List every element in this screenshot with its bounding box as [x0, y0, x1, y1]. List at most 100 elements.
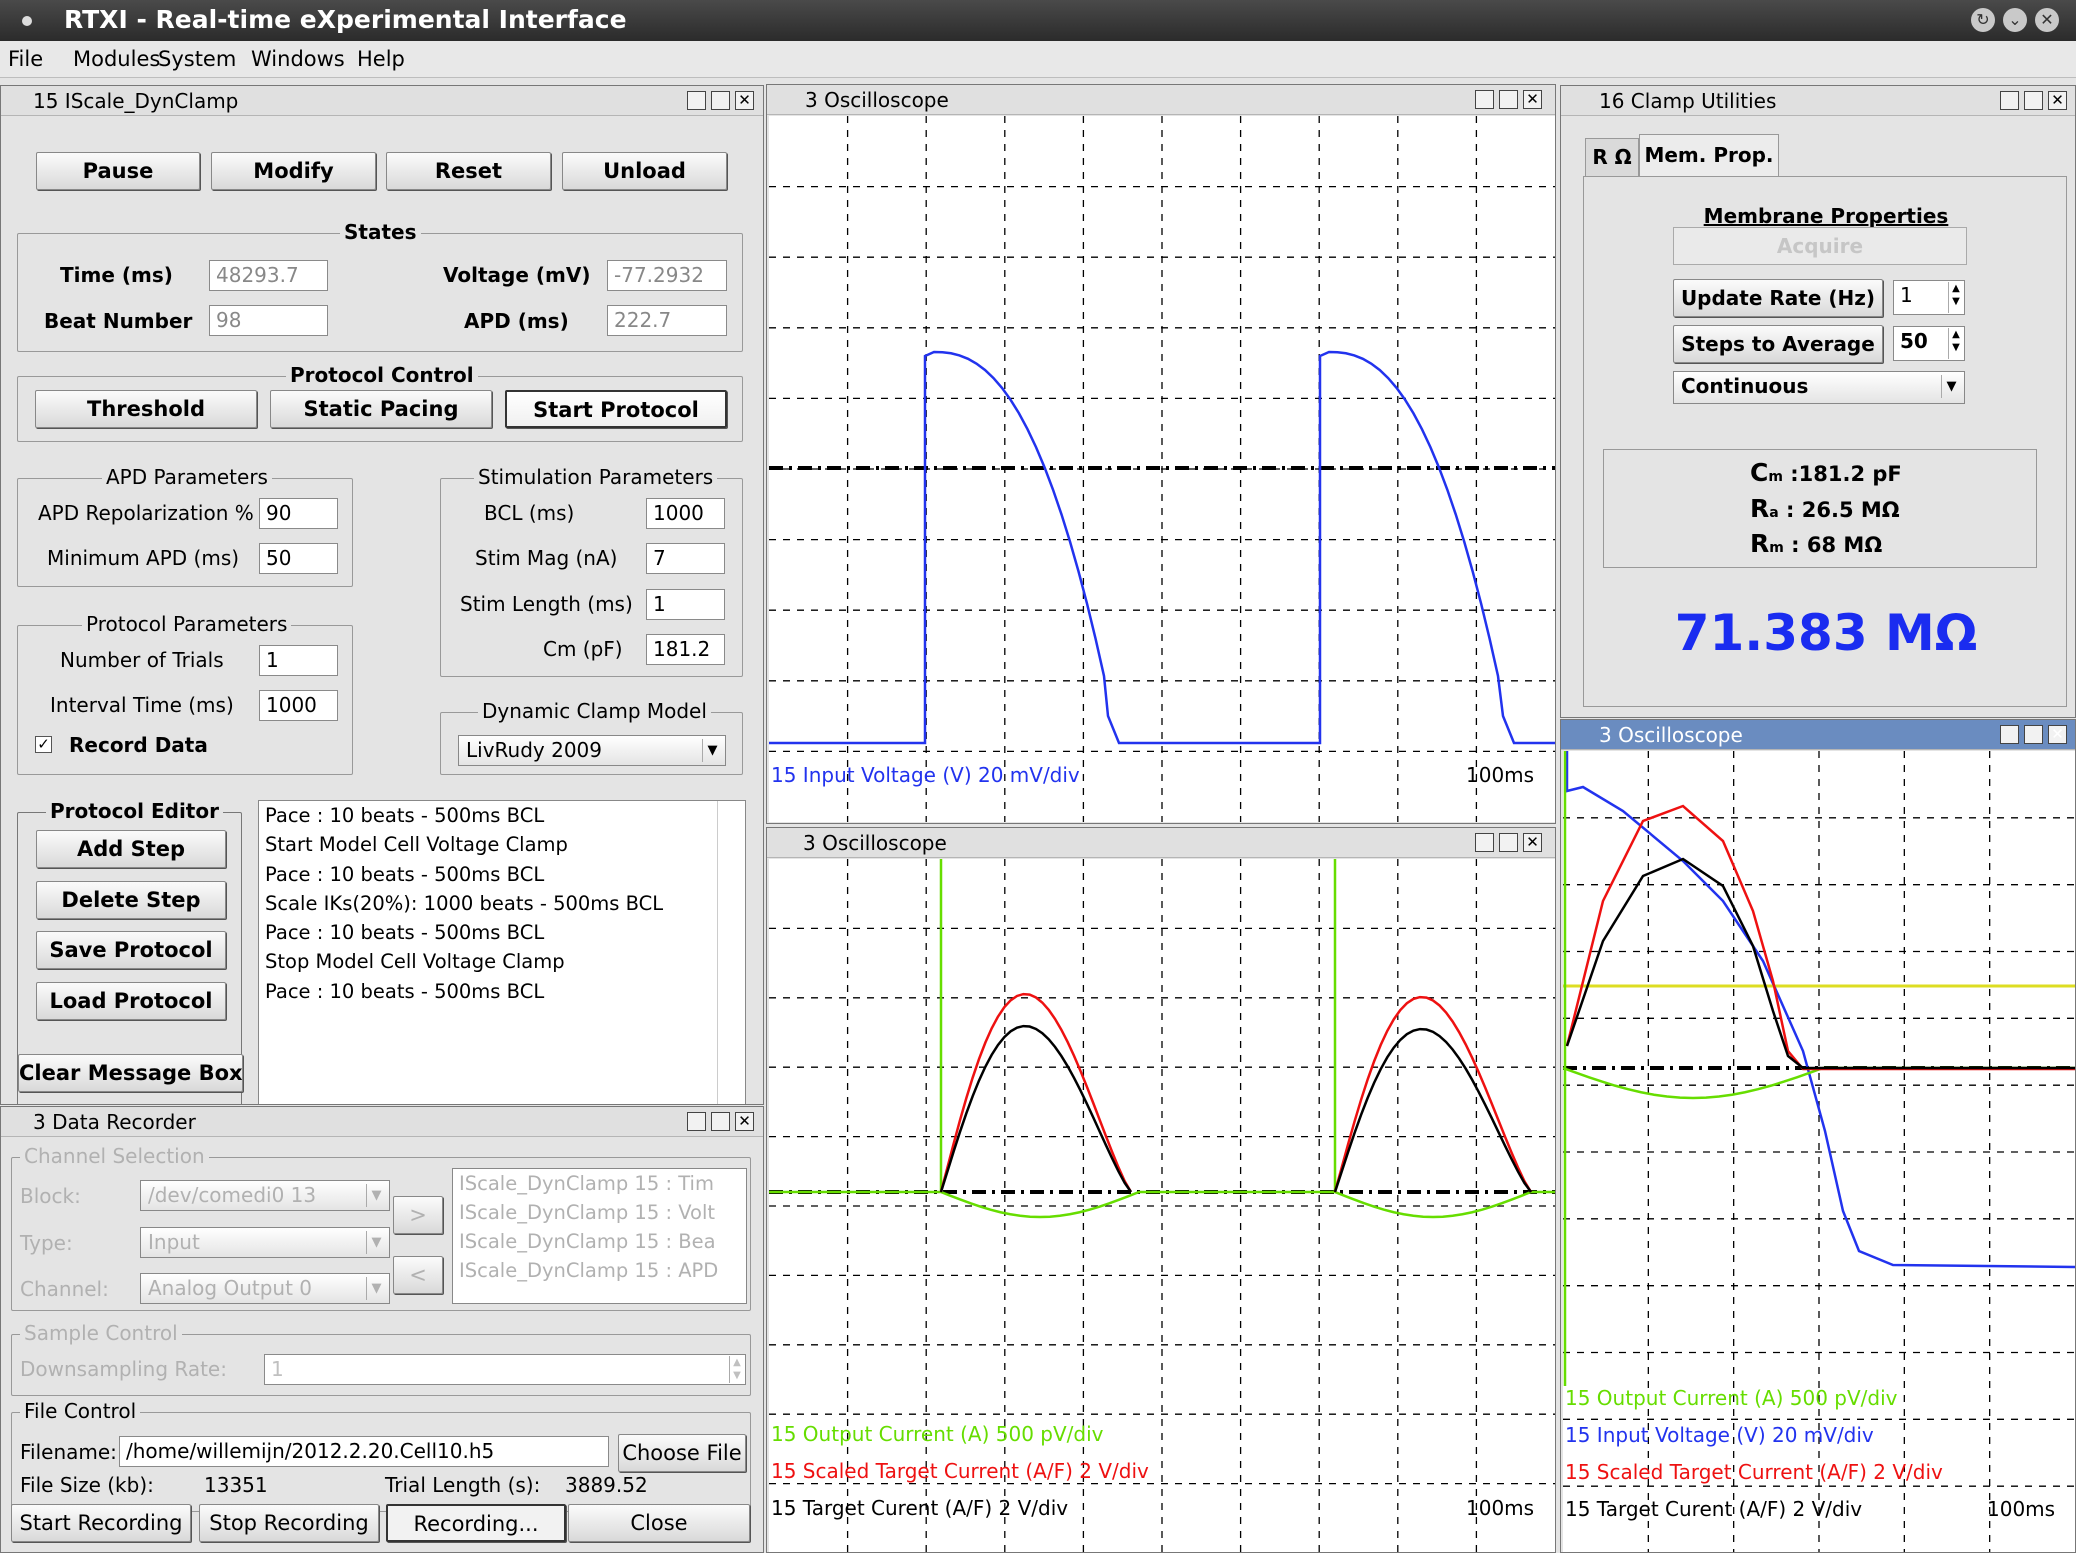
static-pacing-button[interactable]: Static Pacing [270, 390, 492, 428]
maximize-icon[interactable] [1499, 90, 1518, 109]
clear-message-button[interactable]: Clear Message Box [18, 1054, 243, 1092]
trials-input[interactable]: 1 [259, 645, 338, 676]
list-item[interactable]: Stop Model Cell Voltage Clamp [265, 951, 739, 980]
osc3-legend-3: 15 Target Curent (A/F) 2 V/div [1565, 1497, 1863, 1521]
channel-select[interactable]: Analog Output 0 ▼ [140, 1273, 390, 1304]
maximize-icon[interactable] [2024, 91, 2043, 110]
filename-input[interactable]: /home/willemijn/2012.2.20.Cell10.h5 [119, 1436, 609, 1467]
load-protocol-button[interactable]: Load Protocol [36, 982, 226, 1020]
update-rate-input[interactable]: 1 ▲ ▼ [1893, 280, 1965, 315]
maximize-icon[interactable] [2024, 725, 2043, 744]
chevron-down-icon: ▼ [1941, 375, 1961, 398]
menu-windows[interactable]: Windows [251, 47, 345, 71]
interval-input[interactable]: 1000 [259, 690, 338, 721]
start-recording-button[interactable]: Start Recording [11, 1504, 191, 1542]
delete-step-button[interactable]: Delete Step [36, 881, 226, 919]
block-label: Block: [20, 1184, 81, 1208]
osc2-plot[interactable]: 15 Output Current (A) 500 pV/div 15 Scal… [769, 859, 1555, 1552]
minimize-icon[interactable] [1475, 833, 1494, 852]
downsample-input[interactable]: 1 ▲ ▼ [264, 1354, 746, 1385]
close-icon[interactable]: ✕ [2048, 91, 2067, 110]
spinner-icon[interactable]: ▲ ▼ [1948, 328, 1963, 359]
list-item[interactable]: IScale_DynClamp 15 : Volt [459, 1202, 740, 1231]
states-title: States [340, 220, 421, 244]
osc2-legend-0: 15 Output Current (A) 500 pV/div [771, 1422, 1104, 1446]
close-icon[interactable]: ✕ [1523, 90, 1542, 109]
file-size-label: File Size (kb): [20, 1473, 154, 1497]
close-icon[interactable]: ✕ [2035, 8, 2059, 32]
unload-button[interactable]: Unload [562, 152, 727, 190]
osc1-time-label: 100ms [1466, 763, 1535, 787]
close-button[interactable]: Close [568, 1504, 750, 1542]
close-icon[interactable]: ✕ [735, 91, 754, 110]
list-item[interactable]: Pace : 10 beats - 500ms BCL [265, 922, 739, 951]
voltage-label: Voltage (mV) [443, 263, 591, 287]
channel-selection-title: Channel Selection [20, 1144, 209, 1168]
list-item[interactable]: IScale_DynClamp 15 : Bea [459, 1231, 740, 1260]
trials-label: Number of Trials [60, 648, 224, 672]
block-select[interactable]: /dev/comedi0 13 ▼ [140, 1180, 390, 1211]
list-item[interactable]: Scale IKs(20%): 1000 beats - 500ms BCL [265, 892, 739, 922]
min-apd-input[interactable]: 50 [259, 543, 338, 574]
bcl-input[interactable]: 1000 [646, 498, 725, 529]
minimize-icon[interactable] [687, 1112, 706, 1131]
list-item[interactable]: IScale_DynClamp 15 : Tim [459, 1173, 740, 1202]
menu-system[interactable]: System [158, 47, 236, 71]
pause-button[interactable]: Pause [36, 152, 200, 190]
list-item[interactable]: Pace : 10 beats - 500ms BCL [265, 804, 739, 834]
stim-mag-input[interactable]: 7 [646, 543, 725, 574]
choose-file-button[interactable]: Choose File [618, 1434, 746, 1472]
recording-status-button[interactable]: Recording... [386, 1504, 566, 1542]
reset-button[interactable]: Reset [386, 152, 551, 190]
remove-channel-button[interactable]: < [393, 1256, 443, 1294]
threshold-button[interactable]: Threshold [35, 390, 257, 428]
add-channel-button[interactable]: > [393, 1196, 443, 1234]
stop-recording-button[interactable]: Stop Recording [199, 1504, 379, 1542]
close-icon[interactable]: ✕ [2048, 725, 2067, 744]
menu-modules[interactable]: Modules [73, 47, 160, 71]
app-menu-icon[interactable] [22, 16, 32, 26]
scrollbar[interactable] [717, 801, 745, 1104]
maximize-icon[interactable] [711, 1112, 730, 1131]
tab-mem-prop[interactable]: Mem. Prop. [1639, 134, 1779, 177]
steps-average-button[interactable]: Steps to Average [1673, 325, 1883, 363]
spinner-icon[interactable]: ▲ ▼ [729, 1356, 744, 1383]
protocol-steps-list[interactable]: Pace : 10 beats - 500ms BCL Start Model … [258, 800, 746, 1104]
minimize-icon[interactable] [2000, 725, 2019, 744]
osc3-plot[interactable]: 15 Output Current (A) 500 pV/div 15 Inpu… [1563, 751, 2075, 1552]
interval-label: Interval Time (ms) [50, 693, 234, 717]
list-item[interactable]: Pace : 10 beats - 500ms BCL [265, 863, 739, 893]
close-icon[interactable]: ✕ [1523, 833, 1542, 852]
stim-length-input[interactable]: 1 [646, 589, 725, 620]
maximize-icon[interactable] [711, 91, 730, 110]
modify-button[interactable]: Modify [211, 152, 376, 190]
steps-average-input[interactable]: 50 ▲ ▼ [1893, 326, 1965, 361]
close-icon[interactable]: ✕ [735, 1112, 754, 1131]
menu-file[interactable]: File [8, 47, 43, 71]
model-select[interactable]: LivRudy 2009 ▼ [458, 735, 726, 766]
mode-select[interactable]: Continuous ▼ [1673, 371, 1965, 404]
tab-resistance[interactable]: R Ω [1585, 138, 1639, 176]
minimize-icon[interactable] [1475, 90, 1494, 109]
list-item[interactable]: IScale_DynClamp 15 : APD [459, 1260, 740, 1289]
menu-help[interactable]: Help [357, 47, 405, 71]
maximize-icon[interactable] [1499, 833, 1518, 852]
update-rate-button[interactable]: Update Rate (Hz) [1673, 279, 1883, 317]
spinner-icon[interactable]: ▲ ▼ [1948, 282, 1963, 313]
acquire-button[interactable]: Acquire [1673, 227, 1967, 265]
osc1-plot[interactable]: 15 Input Voltage (V) 20 mV/div 100ms [769, 116, 1555, 822]
list-item[interactable]: Pace : 10 beats - 500ms BCL [265, 980, 739, 1010]
record-data-checkbox[interactable]: ✓ [35, 736, 52, 753]
channel-list[interactable]: IScale_DynClamp 15 : Tim IScale_DynClamp… [452, 1168, 747, 1304]
minimize-icon[interactable] [687, 91, 706, 110]
list-item[interactable]: Start Model Cell Voltage Clamp [265, 834, 739, 863]
add-step-button[interactable]: Add Step [36, 830, 226, 868]
restore-icon[interactable]: ↻ [1971, 8, 1995, 32]
save-protocol-button[interactable]: Save Protocol [36, 931, 226, 969]
cm-input[interactable]: 181.2 [646, 634, 725, 665]
type-select[interactable]: Input ▼ [140, 1227, 390, 1258]
start-protocol-button[interactable]: Start Protocol [505, 390, 727, 428]
apd-repol-input[interactable]: 90 [259, 498, 338, 529]
minimize-icon[interactable] [2000, 91, 2019, 110]
minimize-icon[interactable]: ⌄ [2003, 8, 2027, 32]
